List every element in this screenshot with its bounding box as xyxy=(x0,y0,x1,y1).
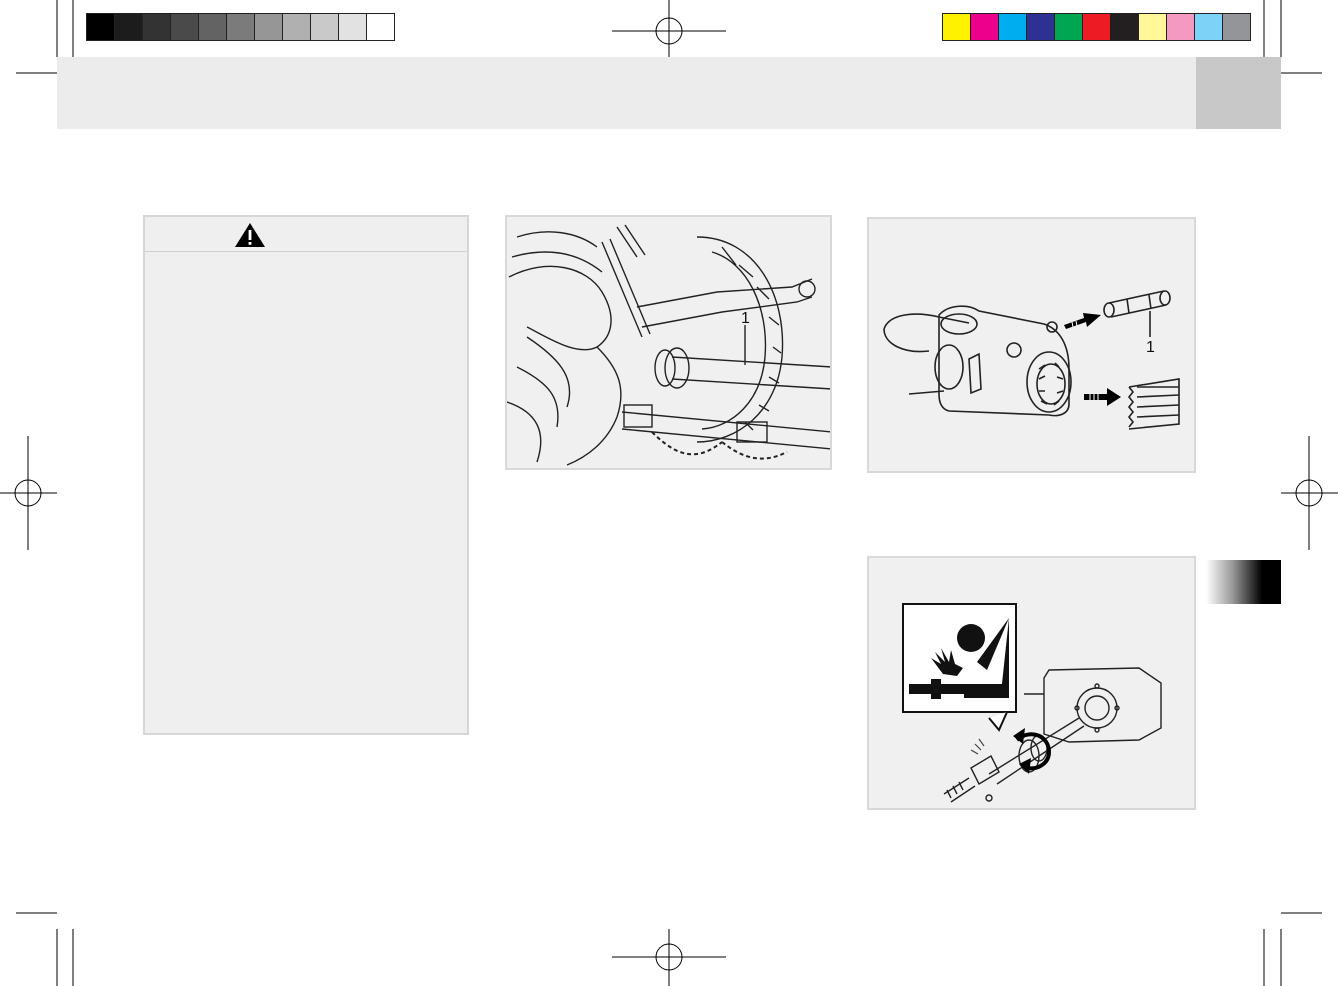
pto-yoke-illustration: 1 xyxy=(883,290,1180,430)
pto-shaft-illustration: 1 xyxy=(507,224,830,466)
callout-label: 1 xyxy=(741,310,750,327)
page-header-band xyxy=(57,57,1196,129)
chapter-thumb-tab xyxy=(1206,560,1281,604)
pto-hazard-illustration xyxy=(902,603,1162,803)
callout-label: 1 xyxy=(1146,339,1155,356)
figure-pto-hazard xyxy=(867,556,1196,810)
chapter-tab-header xyxy=(1196,57,1281,129)
warning-box xyxy=(143,215,469,735)
figure-pto-yoke-pin: 1 xyxy=(867,217,1196,473)
figure-pto-shaft-connection: 1 xyxy=(505,215,832,470)
entanglement-hazard-icon xyxy=(902,603,1017,732)
warning-header xyxy=(145,217,467,252)
